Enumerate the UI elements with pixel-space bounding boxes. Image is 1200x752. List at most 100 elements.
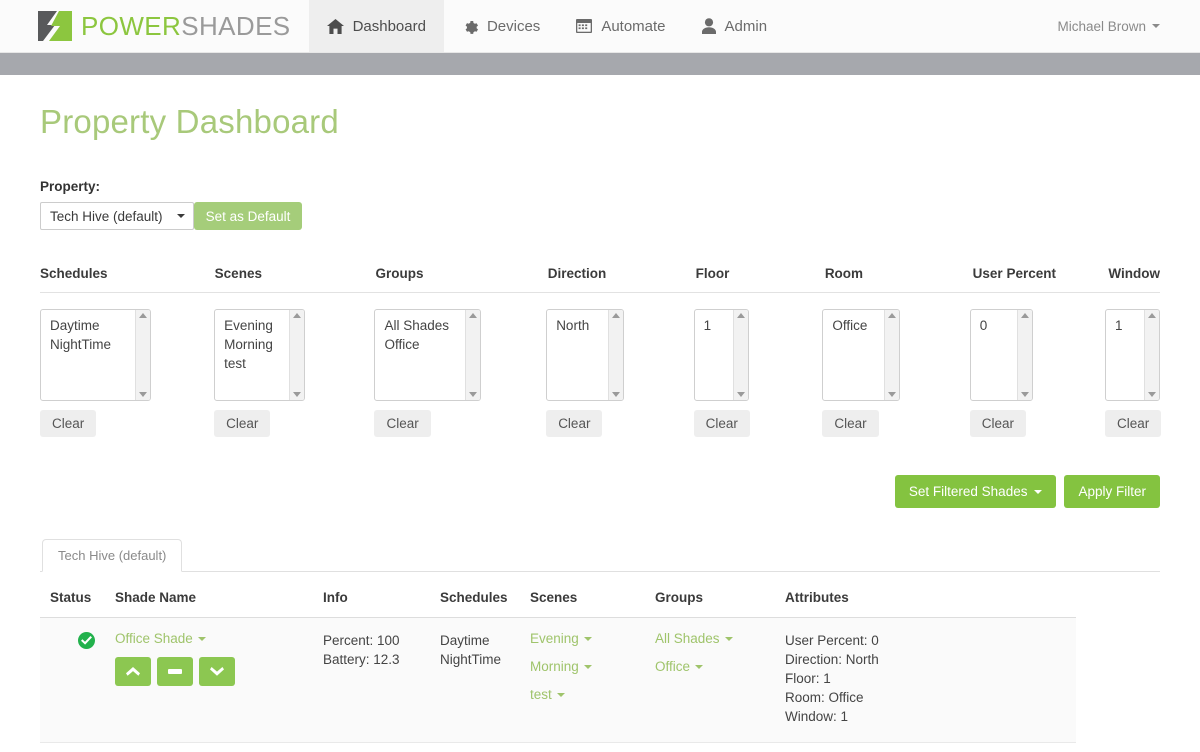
chevron-down-icon [724, 636, 733, 641]
shade-stop-button[interactable] [157, 657, 193, 686]
scroll-down-arrow-icon[interactable] [139, 392, 147, 397]
listbox-scrollbar[interactable] [884, 310, 900, 400]
filter-listbox-groups[interactable]: All Shades Office [374, 309, 482, 401]
scene-link[interactable]: test [530, 687, 565, 702]
filter-listbox-schedules[interactable]: Daytime NightTime [40, 309, 151, 401]
filter-section: Schedules Scenes Groups Direction Floor Room U… [40, 266, 1162, 437]
scene-link[interactable]: Morning [530, 659, 592, 674]
chevron-down-icon [556, 692, 565, 697]
nav-item-devices-label: Devices [486, 17, 541, 35]
scroll-down-arrow-icon[interactable] [736, 392, 745, 397]
listbox-scrollbar[interactable] [1144, 310, 1160, 400]
filter-listbox-user-percent[interactable]: 0 [969, 309, 1033, 401]
scroll-down-arrow-icon[interactable] [293, 392, 302, 397]
column-header-status: Status [40, 582, 105, 618]
listbox-option[interactable]: North [556, 316, 608, 335]
clear-button-floor[interactable]: Clear [693, 410, 750, 437]
table-row: Office Shade Percent: 100 Battery: 12.3 Day… [40, 617, 1076, 743]
shade-up-button[interactable] [115, 657, 151, 686]
shade-down-button[interactable] [199, 657, 235, 686]
user-menu[interactable]: Michael Brown [1057, 0, 1160, 52]
top-navbar: POWERSHADES Dashboard Devices Automate A… [0, 0, 1200, 53]
apply-filter-button[interactable]: Apply Filter [1064, 475, 1160, 508]
scroll-up-arrow-icon[interactable] [139, 313, 147, 318]
chevron-down-icon [583, 664, 592, 669]
schedule-name: Daytime [440, 633, 490, 648]
scroll-down-arrow-icon[interactable] [612, 392, 621, 397]
listbox-option[interactable]: Daytime [50, 316, 135, 335]
nav-item-dashboard-label: Dashboard [352, 17, 426, 35]
scroll-up-arrow-icon[interactable] [1148, 313, 1157, 318]
clear-button-groups[interactable]: Clear [374, 410, 431, 437]
listbox-option[interactable]: Morning [224, 335, 289, 354]
listbox-scrollbar[interactable] [289, 310, 305, 400]
clear-button-room[interactable]: Clear [822, 410, 879, 437]
listbox-option[interactable]: Office [384, 335, 465, 354]
brand-logo[interactable]: POWERSHADES [0, 0, 309, 52]
scroll-up-arrow-icon[interactable] [1020, 313, 1029, 318]
property-select[interactable]: Tech Hive (default) [40, 202, 194, 230]
group-entry: All Shades [655, 631, 765, 646]
listbox-option[interactable]: 1 [704, 316, 733, 335]
clear-button-scenes[interactable]: Clear [214, 410, 271, 437]
scroll-up-arrow-icon[interactable] [469, 313, 478, 318]
tab-tech-hive[interactable]: Tech Hive (default) [42, 539, 183, 572]
filter-listbox-scenes[interactable]: Evening Morning test [214, 309, 306, 401]
filter-header-window: Window [1108, 266, 1160, 281]
listbox-scrollbar[interactable] [1016, 310, 1032, 400]
listbox-option[interactable]: test [224, 354, 289, 373]
scene-link[interactable]: Evening [530, 631, 592, 646]
clear-button-schedules[interactable]: Clear [40, 410, 97, 437]
nav-item-automate[interactable]: Automate [558, 0, 683, 52]
scroll-down-arrow-icon[interactable] [469, 392, 478, 397]
chevron-down-icon [583, 636, 592, 641]
filter-column-window: 1 Clear [1105, 309, 1162, 437]
set-filtered-shades-button[interactable]: Set Filtered Shades [894, 475, 1057, 508]
nav-item-dashboard[interactable]: Dashboard [308, 0, 444, 52]
filter-column-scenes: Evening Morning test Clear [214, 309, 374, 437]
filter-listbox-window[interactable]: 1 [1105, 309, 1161, 401]
listbox-options: Daytime NightTime [41, 310, 135, 400]
filter-header-scenes: Scenes [214, 266, 262, 281]
listbox-option[interactable]: Evening [224, 316, 289, 335]
shade-name-link[interactable]: Office Shade [115, 631, 206, 646]
filter-header-user-percent: User Percent [972, 266, 1056, 281]
set-as-default-button[interactable]: Set as Default [193, 202, 303, 230]
group-link[interactable]: All Shades [655, 631, 733, 646]
nav-item-devices[interactable]: Devices [444, 0, 558, 52]
listbox-scrollbar[interactable] [608, 310, 624, 400]
scroll-down-arrow-icon[interactable] [888, 392, 897, 397]
filter-listbox-room[interactable]: Office [822, 309, 901, 401]
nav-item-admin[interactable]: Admin [684, 0, 786, 52]
scroll-up-arrow-icon[interactable] [736, 313, 745, 318]
scroll-up-arrow-icon[interactable] [888, 313, 897, 318]
scroll-down-arrow-icon[interactable] [1020, 392, 1029, 397]
listbox-options: 1 [1106, 310, 1144, 400]
filter-listbox-floor[interactable]: 1 [693, 309, 749, 401]
listbox-option[interactable]: NightTime [50, 335, 135, 354]
listbox-scrollbar[interactable] [465, 310, 481, 400]
clear-button-window[interactable]: Clear [1105, 410, 1162, 437]
listbox-options: All Shades Office [375, 310, 465, 400]
scroll-down-arrow-icon[interactable] [1148, 392, 1157, 397]
attribute-line: User Percent: 0 [785, 633, 879, 648]
group-link[interactable]: Office [655, 659, 704, 674]
chevron-down-icon [176, 214, 185, 218]
listbox-option[interactable]: 1 [1115, 316, 1144, 335]
listbox-scrollbar[interactable] [732, 310, 748, 400]
scroll-up-arrow-icon[interactable] [293, 313, 302, 318]
listbox-option[interactable]: Office [832, 316, 884, 335]
filter-listbox-direction[interactable]: North [546, 309, 625, 401]
listbox-option[interactable]: 0 [980, 316, 1017, 335]
scene-entry: test [530, 687, 635, 702]
clear-button-direction[interactable]: Clear [546, 410, 603, 437]
attribute-line: Floor: 1 [785, 671, 831, 686]
page-content: Property Dashboard Property: Tech Hive (… [0, 103, 1200, 743]
calendar-icon [576, 18, 593, 34]
clear-button-user-percent[interactable]: Clear [969, 410, 1027, 437]
listbox-option[interactable]: All Shades [384, 316, 465, 335]
filter-header-schedules: Schedules [40, 266, 108, 281]
scroll-up-arrow-icon[interactable] [612, 313, 621, 318]
shade-name-label: Office Shade [115, 631, 193, 646]
listbox-scrollbar[interactable] [135, 310, 150, 400]
